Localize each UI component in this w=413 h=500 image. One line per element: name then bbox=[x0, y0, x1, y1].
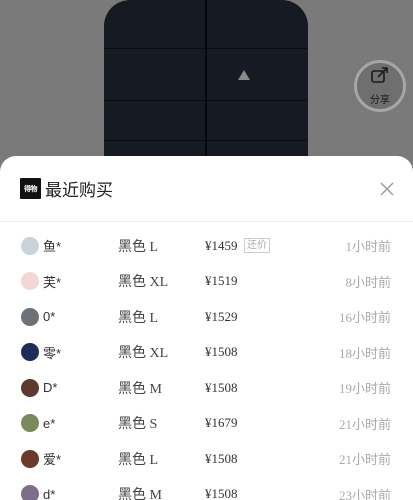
avatar bbox=[21, 449, 39, 468]
price: ¥1508 bbox=[205, 486, 238, 500]
avatar bbox=[21, 307, 39, 326]
close-button[interactable] bbox=[379, 181, 395, 197]
list-item: 芙* 黑色 XL ¥1519 8小时前 bbox=[0, 264, 413, 300]
buyer-name: 爱* bbox=[43, 452, 62, 468]
buyer-name: 0* bbox=[43, 309, 56, 325]
app-logo: 得物 bbox=[20, 178, 41, 199]
price: ¥1508 bbox=[205, 379, 238, 395]
share-button[interactable]: 分享 bbox=[354, 60, 406, 112]
list-item: e* 黑色 S ¥1679 21小时前 bbox=[0, 406, 413, 442]
share-label: 分享 bbox=[370, 95, 390, 106]
avatar bbox=[21, 272, 39, 291]
share-icon bbox=[370, 66, 390, 89]
price: ¥1679 bbox=[205, 415, 238, 431]
price: ¥1508 bbox=[205, 450, 238, 466]
price: ¥1529 bbox=[205, 308, 238, 324]
sheet-title: 最近购买 bbox=[45, 181, 113, 200]
item-spec: 黑色 L bbox=[118, 452, 159, 468]
item-spec: 黑色 XL bbox=[118, 346, 169, 362]
screen: 分享 得物 最近购买 鱼* 黑色 L ¥1459 还价 1小时前芙* 黑色 XL ¥1519… bbox=[0, 0, 413, 500]
buyer-name: D* bbox=[43, 380, 58, 396]
buyer-name: 芙* bbox=[43, 274, 62, 290]
item-spec: 黑色 L bbox=[118, 310, 159, 326]
list-item: 零* 黑色 XL ¥1508 18小时前 bbox=[0, 335, 413, 371]
brand-logo-icon bbox=[238, 70, 250, 80]
sheet-header: 得物 最近购买 bbox=[0, 156, 413, 222]
purchase-time: 21小时前 bbox=[338, 416, 391, 432]
list-item: D* 黑色 M ¥1508 19小时前 bbox=[0, 370, 413, 406]
buyer-name: 鱼* bbox=[43, 239, 62, 255]
item-spec: 黑色 M bbox=[118, 488, 162, 500]
list-item: d* 黑色 M ¥1508 23小时前 bbox=[0, 477, 413, 500]
purchase-list: 鱼* 黑色 L ¥1459 还价 1小时前芙* 黑色 XL ¥1519 8小时前 0* 黑色 L ¥… bbox=[0, 228, 413, 500]
price: ¥1459 bbox=[205, 237, 238, 253]
list-item: 0* 黑色 L ¥1529 16小时前 bbox=[0, 299, 413, 335]
purchase-time: 18小时前 bbox=[338, 345, 391, 361]
buyer-name: e* bbox=[43, 415, 56, 431]
list-item: 鱼* 黑色 L ¥1459 还价 1小时前 bbox=[0, 228, 413, 264]
item-spec: 黑色 S bbox=[118, 417, 158, 433]
purchase-time: 19小时前 bbox=[338, 381, 391, 397]
buyer-name: d* bbox=[43, 486, 56, 500]
buyer-name: 零* bbox=[43, 345, 62, 361]
item-spec: 黑色 XL bbox=[118, 275, 169, 291]
jacket-zipper bbox=[205, 0, 207, 170]
item-spec: 黑色 M bbox=[118, 381, 162, 397]
price: ¥1519 bbox=[205, 273, 238, 289]
purchase-time: 16小时前 bbox=[338, 310, 391, 326]
avatar bbox=[21, 414, 39, 433]
purchase-time: 8小时前 bbox=[345, 274, 391, 290]
list-item: 爱* 黑色 L ¥1508 21小时前 bbox=[0, 441, 413, 477]
recent-purchases-sheet: 得物 最近购买 鱼* 黑色 L ¥1459 还价 1小时前芙* 黑色 XL ¥1519 8小时… bbox=[0, 156, 413, 500]
price: ¥1508 bbox=[205, 344, 238, 360]
close-icon bbox=[379, 182, 395, 201]
product-image bbox=[0, 0, 413, 170]
purchase-time: 1小时前 bbox=[345, 239, 391, 255]
avatar bbox=[21, 378, 39, 397]
purchase-time: 21小时前 bbox=[338, 452, 391, 468]
item-spec: 黑色 L bbox=[118, 239, 159, 255]
bargain-badge: 还价 bbox=[244, 238, 270, 254]
avatar bbox=[21, 236, 39, 255]
purchase-time: 23小时前 bbox=[338, 487, 391, 500]
avatar bbox=[21, 485, 39, 500]
avatar bbox=[21, 343, 39, 362]
